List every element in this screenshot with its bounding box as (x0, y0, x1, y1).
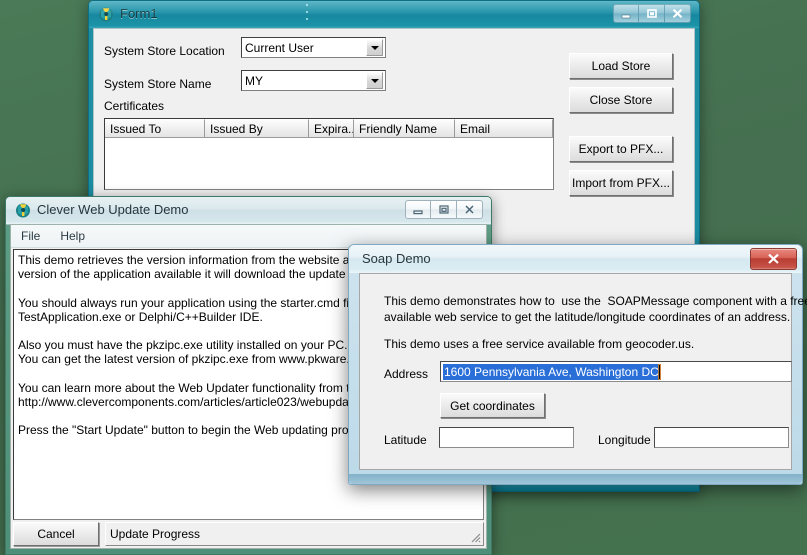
load-store-button[interactable]: Load Store (569, 53, 673, 79)
label-system-store-location: System Store Location (104, 44, 225, 58)
combo-store-name-value: MY (245, 73, 263, 88)
close-store-button[interactable]: Close Store (569, 87, 673, 113)
soap-description-paragraph-1: This demo demonstrates how to use the SO… (384, 294, 807, 324)
soap-demo-titlebar[interactable]: Soap Demo (349, 245, 802, 273)
close-button[interactable] (457, 200, 483, 219)
label-latitude: Latitude (384, 433, 427, 447)
maximize-icon (438, 205, 449, 214)
certificates-listview[interactable]: Issued To Issued By Expira... Friendly N… (104, 118, 554, 190)
maximize-button[interactable] (431, 200, 457, 219)
label-certificates: Certificates (104, 99, 165, 113)
cancel-button[interactable]: Cancel (13, 522, 99, 546)
import-from-pfx-button[interactable]: Import from PFX... (569, 170, 673, 196)
combo-system-store-location[interactable]: Current User (241, 37, 386, 58)
close-icon (768, 253, 779, 264)
address-input-value: 1600 Pennsylvania Ave, Washington DC (443, 363, 659, 380)
close-button[interactable] (665, 4, 691, 23)
combo-system-store-name[interactable]: MY (241, 70, 386, 91)
web-update-title: Clever Web Update Demo (37, 202, 189, 217)
menu-help[interactable]: Help (60, 229, 85, 243)
listview-header: Issued To Issued By Expira... Friendly N… (105, 119, 553, 138)
web-update-caption-buttons[interactable] (405, 200, 483, 219)
menu-file[interactable]: File (21, 229, 40, 243)
label-system-store-name: System Store Name (104, 77, 212, 91)
latitude-input[interactable] (439, 427, 574, 448)
window-soap-demo[interactable]: Soap Demo This demo demonstrates how to … (348, 244, 807, 485)
minimize-icon (621, 14, 631, 18)
minimize-button[interactable] (613, 4, 639, 23)
maximize-button[interactable] (639, 4, 665, 23)
label-longitude: Longitude (598, 433, 651, 447)
close-icon (465, 205, 474, 214)
maximize-icon (646, 9, 657, 18)
titlebar-dots (304, 4, 310, 24)
chevron-down-icon[interactable] (366, 72, 383, 89)
column-expiration[interactable]: Expira... (309, 119, 354, 138)
web-update-status-row: Cancel Update Progress (13, 522, 484, 546)
form1-titlebar[interactable]: Form1 (89, 1, 699, 28)
web-update-titlebar[interactable]: Clever Web Update Demo (6, 197, 491, 225)
close-button[interactable] (750, 248, 797, 270)
minimize-button[interactable] (405, 200, 431, 219)
longitude-input[interactable] (654, 427, 789, 448)
update-progress-panel: Update Progress (105, 522, 484, 546)
column-issued-by[interactable]: Issued By (205, 119, 309, 138)
chevron-down-icon[interactable] (366, 39, 383, 56)
soap-description-paragraph-2: This demo uses a free service available … (384, 337, 695, 351)
column-issued-to[interactable]: Issued To (105, 119, 205, 138)
delphi-app-icon (14, 201, 32, 219)
update-progress-label: Update Progress (110, 527, 201, 541)
column-friendly-name[interactable]: Friendly Name (354, 119, 455, 138)
text-caret (658, 364, 660, 379)
address-input[interactable]: 1600 Pennsylvania Ave, Washington DC (440, 361, 792, 382)
close-icon (672, 8, 683, 18)
resize-grip-icon[interactable] (468, 530, 482, 544)
get-coordinates-button[interactable]: Get coordinates (440, 393, 545, 418)
soap-demo-bottom-edge (349, 474, 802, 484)
minimize-icon (413, 209, 423, 214)
delphi-app-icon (97, 5, 115, 23)
form1-title: Form1 (120, 6, 158, 21)
soap-demo-title: Soap Demo (362, 251, 431, 266)
column-email[interactable]: Email (455, 119, 553, 138)
soap-demo-client-area: This demo demonstrates how to use the SO… (359, 273, 807, 470)
label-address: Address (384, 367, 429, 381)
combo-store-location-value: Current User (245, 40, 314, 55)
export-to-pfx-button[interactable]: Export to PFX... (569, 136, 673, 162)
form1-caption-buttons[interactable] (613, 4, 691, 23)
